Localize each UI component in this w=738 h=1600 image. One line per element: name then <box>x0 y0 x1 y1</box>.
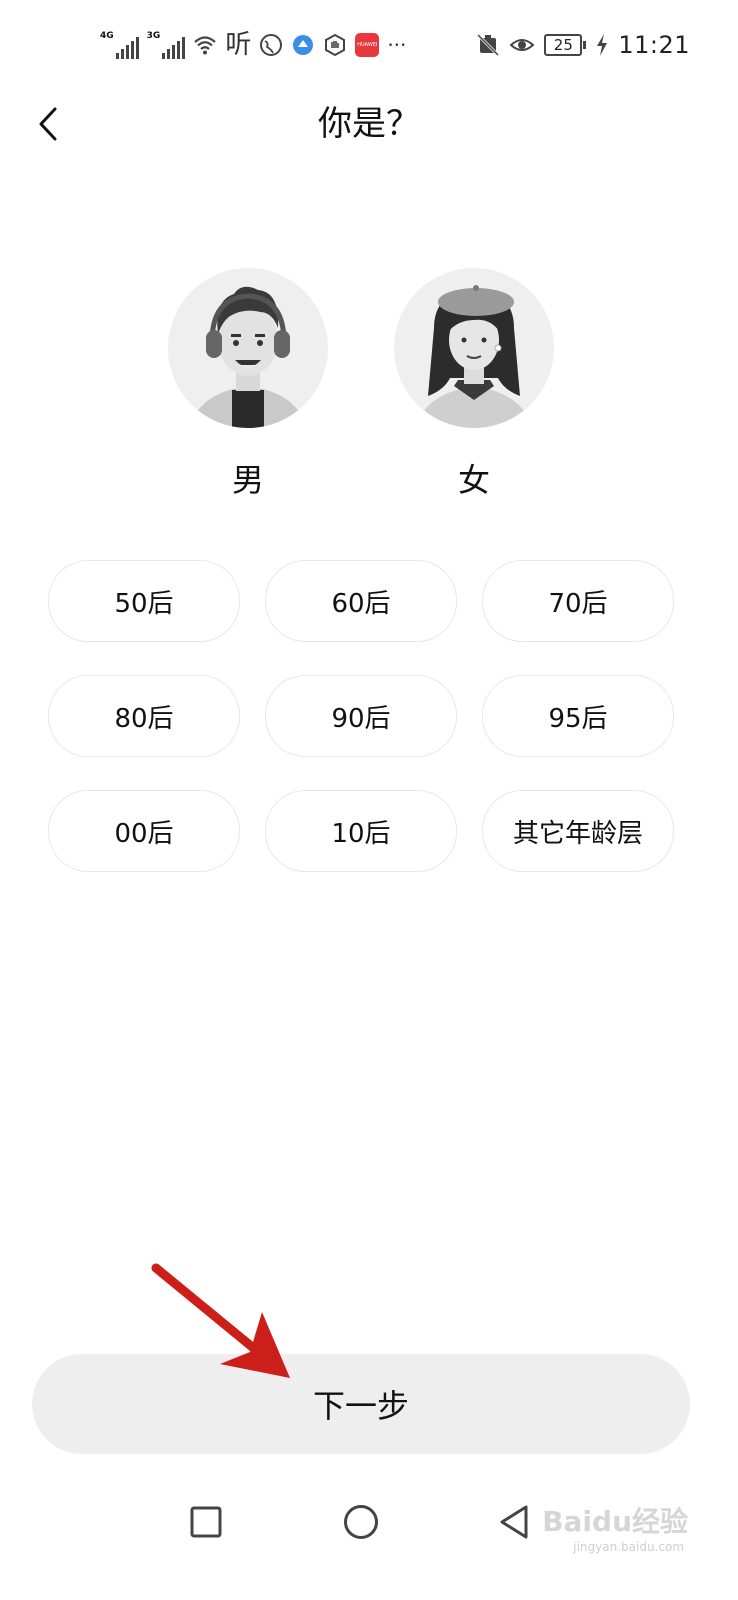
page-title: 你是？ <box>318 104 420 144</box>
age-option-95s[interactable]: 95后 <box>482 675 674 757</box>
hand-icon <box>325 33 346 57</box>
annotation-arrow-icon <box>151 1263 290 1378</box>
browser-icon <box>260 34 283 56</box>
status-bar: 4G 3G 听 HUAWEI ··· 25 11:21 <box>0 0 738 90</box>
triangle-back-icon <box>500 1505 528 1539</box>
signal-icon: 3G <box>147 31 186 59</box>
gender-option-male[interactable]: 男 <box>168 268 328 498</box>
wifi-icon <box>194 36 217 55</box>
clock: 11:21 <box>618 31 690 59</box>
eye-icon <box>510 39 535 51</box>
age-options: 50后 60后 70后 80后 90后 95后 00后 10后 其它年龄层 <box>48 560 675 872</box>
battery-icon: 25 <box>544 34 587 56</box>
gender-option-female[interactable]: 女 <box>394 268 554 498</box>
network-type: 3G <box>146 31 161 41</box>
network-type: 4G <box>100 31 114 41</box>
recent-apps-button[interactable] <box>182 1498 230 1546</box>
no-sim-icon <box>477 33 500 57</box>
watermark-brand: Baidu经验 <box>542 1505 688 1538</box>
gender-label-male: 男 <box>231 461 264 499</box>
age-option-other[interactable]: 其它年龄层 <box>482 790 674 872</box>
huawei-app-icon: HUAWEI <box>355 33 380 57</box>
age-option-10s[interactable]: 10后 <box>265 790 457 872</box>
age-option-50s[interactable]: 50后 <box>48 560 240 642</box>
circle-icon <box>344 1505 378 1539</box>
more-icon: ··· <box>387 33 407 57</box>
female-avatar[interactable] <box>394 268 554 428</box>
gender-label-female: 女 <box>457 461 490 499</box>
age-option-90s[interactable]: 90后 <box>265 675 457 757</box>
signal-icon: 4G <box>100 31 139 59</box>
app-icon <box>293 35 314 55</box>
charging-icon <box>597 34 608 56</box>
listen-icon: 听 <box>225 30 252 60</box>
status-right: 25 11:21 <box>476 28 690 62</box>
status-left: 4G 3G 听 HUAWEI ··· <box>100 28 406 62</box>
age-option-00s[interactable]: 00后 <box>48 790 240 872</box>
battery-level: 25 <box>544 34 583 56</box>
age-option-70s[interactable]: 70后 <box>482 560 674 642</box>
next-button[interactable]: 下一步 <box>32 1354 690 1454</box>
watermark-url: jingyan.baidu.com <box>573 1540 684 1554</box>
age-option-80s[interactable]: 80后 <box>48 675 240 757</box>
age-option-60s[interactable]: 60后 <box>265 560 457 642</box>
system-back-button[interactable] <box>490 1498 538 1546</box>
home-button[interactable] <box>337 1498 385 1546</box>
square-icon <box>190 1506 222 1538</box>
male-avatar[interactable] <box>168 268 328 428</box>
